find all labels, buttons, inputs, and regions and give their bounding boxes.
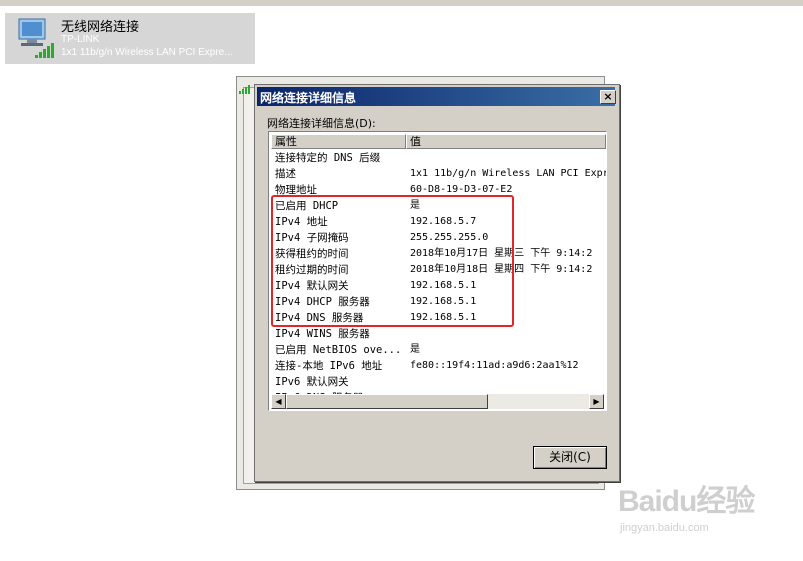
table-row[interactable]: IPv4 WINS 服务器 <box>269 326 606 342</box>
network-computer-icon <box>18 18 54 58</box>
details-label: 网络连接详细信息(D): <box>267 117 376 130</box>
row-property: 物理地址 <box>275 184 317 196</box>
adapter-device: 1x1 11b/g/n Wireless LAN PCI Expre... <box>61 47 233 58</box>
row-property: IPv4 WINS 服务器 <box>275 328 370 340</box>
row-property: 已启用 DHCP <box>275 200 339 212</box>
row-property: IPv4 DHCP 服务器 <box>275 296 370 308</box>
row-property: IPv4 子网掩码 <box>275 232 349 244</box>
row-property: 连接特定的 DNS 后缀 <box>275 152 381 164</box>
horizontal-scrollbar[interactable]: ◀ ▶ <box>271 394 604 409</box>
table-row[interactable]: IPv4 地址 192.168.5.7 <box>269 214 606 230</box>
row-property: 已启用 NetBIOS ove... <box>275 344 402 356</box>
watermark-url: jingyan.baidu.com <box>620 522 709 534</box>
wireless-adapter-item[interactable]: 无线网络连接 TP-LINK 1x1 11b/g/n Wireless LAN … <box>5 13 255 64</box>
table-row[interactable]: IPv4 子网掩码 255.255.255.0 <box>269 230 606 246</box>
close-button[interactable]: 关闭(C) <box>533 446 607 469</box>
close-icon[interactable]: × <box>600 90 616 104</box>
details-list[interactable]: 属性 值 连接特定的 DNS 后缀 描述 1x1 11b/g/n Wireless … <box>268 131 607 411</box>
top-strip <box>0 0 803 6</box>
table-row[interactable]: 获得租约的时间 2018年10月17日 星期三 下午 9:14:2 <box>269 246 606 262</box>
table-row[interactable]: 物理地址 60-D8-19-D3-07-E2 <box>269 182 606 198</box>
table-row[interactable]: IPv6 默认网关 <box>269 374 606 390</box>
scroll-left-icon[interactable]: ◀ <box>271 394 286 409</box>
row-value: 是 <box>410 344 420 355</box>
table-row[interactable]: IPv4 DHCP 服务器 192.168.5.1 <box>269 294 606 310</box>
table-row[interactable]: 描述 1x1 11b/g/n Wireless LAN PCI Expr <box>269 166 606 182</box>
adapter-name: 无线网络连接 <box>61 20 140 35</box>
row-value: fe80::19f4:11ad:a9d6:2aa1%12 <box>410 360 579 371</box>
list-rows: 连接特定的 DNS 后缀 描述 1x1 11b/g/n Wireless LAN P… <box>269 150 606 406</box>
table-row[interactable]: 租约过期的时间 2018年10月18日 星期四 下午 9:14:2 <box>269 262 606 278</box>
list-header: 属性 值 <box>271 134 606 149</box>
table-row[interactable]: IPv4 默认网关 192.168.5.1 <box>269 278 606 294</box>
row-property: 租约过期的时间 <box>275 264 349 276</box>
column-property[interactable]: 属性 <box>271 134 406 149</box>
row-value: 1x1 11b/g/n Wireless LAN PCI Expr <box>410 168 607 179</box>
row-value: 192.168.5.1 <box>410 312 477 323</box>
table-row[interactable]: 连接-本地 IPv6 地址 fe80::19f4:11ad:a9d6:2aa1%1… <box>269 358 606 374</box>
column-value[interactable]: 值 <box>406 134 606 149</box>
row-value: 是 <box>410 200 420 211</box>
dialog-title: 网络连接详细信息 <box>260 91 357 105</box>
row-property: IPv4 地址 <box>275 216 328 228</box>
watermark-brand: Baidu经验 <box>618 485 755 518</box>
network-details-dialog: 网络连接详细信息 × 网络连接详细信息(D): 属性 值 连接特定的 DNS 后… <box>254 84 620 482</box>
baidu-watermark: Baidu经验 jingyan.baidu.com <box>614 470 803 550</box>
table-row[interactable]: 已启用 DHCP 是 <box>269 198 606 214</box>
row-property: IPv4 默认网关 <box>275 280 349 292</box>
row-value: 2018年10月18日 星期四 下午 9:14:2 <box>410 264 593 275</box>
row-property: IPv4 DNS 服务器 <box>275 312 364 324</box>
signal-icon <box>239 85 250 94</box>
table-row[interactable]: 已启用 NetBIOS ove... 是 <box>269 342 606 358</box>
adapter-vendor: TP-LINK <box>61 34 100 45</box>
scroll-right-icon[interactable]: ▶ <box>589 394 604 409</box>
row-property: IPv6 默认网关 <box>275 376 349 388</box>
row-value: 60-D8-19-D3-07-E2 <box>410 184 513 195</box>
scroll-thumb[interactable] <box>286 394 488 409</box>
table-row[interactable]: 连接特定的 DNS 后缀 <box>269 150 606 166</box>
row-property: 描述 <box>275 168 296 180</box>
row-value: 192.168.5.1 <box>410 296 477 307</box>
row-value: 255.255.255.0 <box>410 232 489 243</box>
row-value: 192.168.5.7 <box>410 216 477 227</box>
row-property: 获得租约的时间 <box>275 248 349 260</box>
row-property: 连接-本地 IPv6 地址 <box>275 360 383 372</box>
dialog-titlebar[interactable]: 网络连接详细信息 × <box>257 87 616 106</box>
table-row[interactable]: IPv4 DNS 服务器 192.168.5.1 <box>269 310 606 326</box>
row-value: 192.168.5.1 <box>410 280 477 291</box>
row-value: 2018年10月17日 星期三 下午 9:14:2 <box>410 248 593 259</box>
